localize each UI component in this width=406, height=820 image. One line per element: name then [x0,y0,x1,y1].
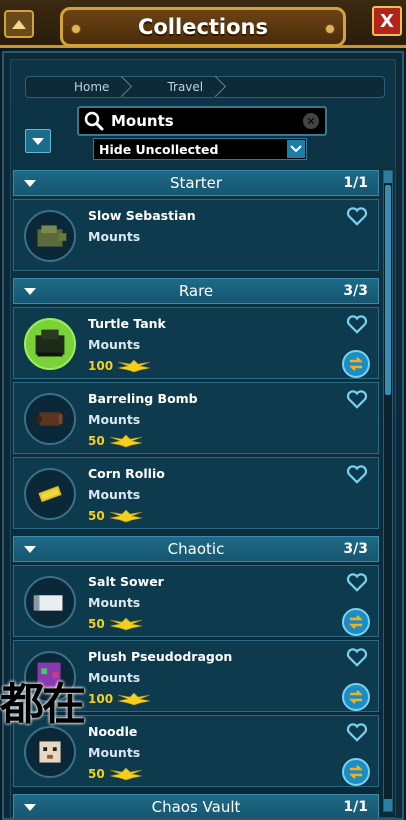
item-price: 50 [88,616,144,632]
filter-dropdown-value: Hide Uncollected [99,141,219,157]
item-name: Barreling Bomb [88,391,198,406]
collection-item[interactable]: Barreling Bomb Mounts 50 [13,382,379,454]
item-category: Mounts [88,487,141,502]
item-category: Mounts [88,412,141,427]
item-name: Turtle Tank [88,316,166,331]
item-price: 100 [88,358,152,374]
price-value: 100 [88,692,114,706]
search-icon [84,111,104,131]
swap-icon[interactable] [342,683,370,711]
price-value: 50 [88,767,105,781]
item-price: 50 [88,433,144,449]
collection-item[interactable]: Corn Rollio Mounts 50 [13,457,379,529]
list-scrollbar[interactable] [383,170,393,812]
section-count: 3/3 [343,283,368,299]
item-name: Plush Pseudodragon [88,649,233,664]
title-bar: Collections X [0,0,406,48]
section-header-chaotic[interactable]: Chaotic 3/3 [13,536,379,562]
item-price: 50 [88,766,144,782]
price-value: 50 [88,617,105,631]
heart-icon[interactable] [346,389,368,409]
breadcrumb-travel[interactable]: Travel [129,77,223,97]
item-name: Corn Rollio [88,466,165,481]
breadcrumb: Home Travel [25,76,385,98]
item-price: 50 [88,508,144,524]
scroll-down-icon[interactable] [384,799,392,811]
heart-icon[interactable] [346,206,368,226]
section-header-rare[interactable]: Rare 3/3 [13,278,379,304]
item-category: Mounts [88,595,141,610]
gold-wings-icon [117,359,151,373]
chevron-down-icon [32,137,44,145]
swap-icon[interactable] [342,758,370,786]
price-value: 100 [88,359,114,373]
dropdown-arrow-icon [287,140,305,158]
price-value: 50 [88,509,105,523]
collection-item[interactable]: Slow Sebastian Mounts [13,199,379,271]
collection-item[interactable]: Turtle Tank Mounts 100 [13,307,379,379]
heart-icon[interactable] [346,647,368,667]
item-price: 100 [88,691,152,707]
filter-toggle-button[interactable] [25,129,51,153]
section-header-starter[interactable]: Starter 1/1 [13,170,379,196]
window-title: Collections [137,15,269,39]
search-input[interactable]: Mounts ✕ [77,106,327,136]
scrollbar-thumb[interactable] [385,185,391,395]
gold-wings-icon [109,434,142,448]
collapse-icon [12,19,26,29]
filter-dropdown[interactable]: Hide Uncollected [93,138,307,160]
item-category: Mounts [88,337,141,352]
heart-icon[interactable] [346,722,368,742]
rivet-icon [325,24,335,34]
breadcrumb-home[interactable]: Home [26,77,129,97]
price-value: 50 [88,434,105,448]
heart-icon[interactable] [346,572,368,592]
gold-wings-icon [117,692,151,706]
gold-wings-icon [109,509,142,523]
scroll-up-icon[interactable] [384,171,392,183]
heart-icon[interactable] [346,314,368,334]
search-value: Mounts [111,112,174,130]
section-header-chaos-vault[interactable]: Chaos Vault 1/1 [13,794,379,818]
item-name: Slow Sebastian [88,208,196,223]
item-name: Noodle [88,724,138,739]
collection-item[interactable]: Salt Sower Mounts 50 [13,565,379,637]
gold-wings-icon [109,767,142,781]
overlay-caption: 都在 [0,679,86,730]
turtle-mount-icon [24,210,76,262]
section-title: Starter [169,174,223,192]
swap-icon[interactable] [342,608,370,636]
item-category: Mounts [88,670,141,685]
item-category: Mounts [88,745,141,760]
section-title: Rare [178,282,214,300]
section-count: 1/1 [343,799,368,815]
title-plate: Collections [60,7,346,47]
gold-wings-icon [109,617,142,631]
corn-mount-icon [24,468,76,520]
clear-search-icon[interactable]: ✕ [303,113,319,129]
swap-icon[interactable] [342,350,370,378]
salt-shaker-icon [24,576,76,628]
section-count: 1/1 [343,175,368,191]
item-category: Mounts [88,229,141,244]
turtle-tank-icon [24,318,76,370]
collapse-button[interactable] [4,10,34,38]
section-count: 3/3 [343,541,368,557]
noodle-dog-icon [24,726,76,778]
item-name: Salt Sower [88,574,164,589]
rivet-icon [71,24,81,34]
heart-icon[interactable] [346,464,368,484]
section-title: Chaos Vault [151,798,241,816]
close-button[interactable]: X [372,6,402,36]
section-title: Chaotic [167,540,225,558]
bomb-mount-icon [24,393,76,445]
